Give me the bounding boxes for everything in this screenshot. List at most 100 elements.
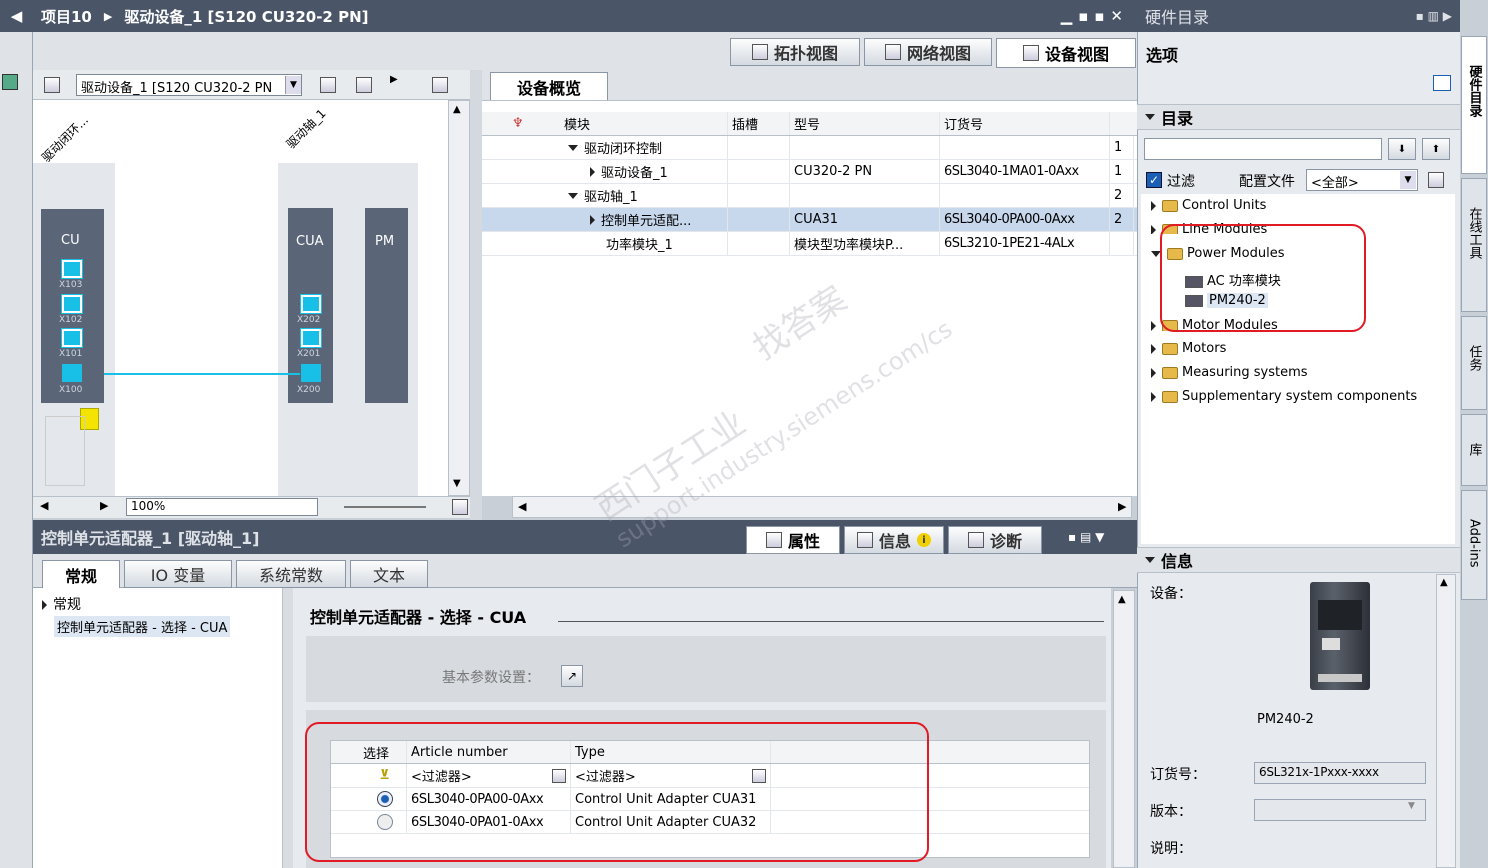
info-badge-icon: i bbox=[917, 533, 931, 547]
nav-group-general[interactable]: 常规 bbox=[42, 594, 81, 614]
zoom-select[interactable]: 100% bbox=[126, 498, 318, 516]
subtab-system-constants[interactable]: 系统常数 bbox=[236, 560, 346, 588]
nav-splitter[interactable] bbox=[283, 588, 293, 868]
tab-info[interactable]: 信息 i bbox=[844, 526, 944, 554]
hscroll-right-icon[interactable]: ▶ bbox=[100, 499, 108, 512]
info-scroll-up-icon[interactable]: ▲ bbox=[1440, 577, 1448, 588]
cua-port-x202[interactable] bbox=[300, 294, 322, 314]
side-tab-hardware-catalog[interactable]: 硬件目录 bbox=[1461, 36, 1487, 174]
scroll-up-icon[interactable]: ▲ bbox=[453, 104, 461, 115]
hscroll-left-icon[interactable]: ◀ bbox=[40, 499, 48, 512]
side-tab-tasks[interactable]: 任务 bbox=[1461, 316, 1487, 410]
side-tab-libraries[interactable]: 库 bbox=[1461, 414, 1487, 486]
catalog-window-controls-icon[interactable]: ▪ ▥ ▶ bbox=[1416, 9, 1460, 23]
expand-icon[interactable] bbox=[568, 144, 578, 151]
filter-checkbox[interactable]: ✓ bbox=[1146, 172, 1162, 188]
table-row[interactable]: 驱动轴_1 2 bbox=[482, 184, 1137, 208]
subtab-texts[interactable]: 文本 bbox=[350, 560, 428, 588]
side-tab-online-tools[interactable]: 在线工具 bbox=[1461, 178, 1487, 312]
device-select[interactable]: 驱动设备_1 [S120 CU320-2 PN bbox=[76, 74, 302, 96]
left-collapse-bar[interactable]: ◀ bbox=[0, 0, 33, 32]
expand-icon[interactable] bbox=[1151, 367, 1156, 378]
scroll-down-icon[interactable]: ▼ bbox=[453, 478, 461, 489]
info-header[interactable]: 信息 bbox=[1137, 547, 1460, 573]
left-tool-icon[interactable] bbox=[2, 74, 18, 90]
search-up-icon[interactable]: ⬆ bbox=[1422, 138, 1450, 160]
splitter[interactable] bbox=[470, 70, 482, 520]
col-header-slot[interactable]: 插槽 bbox=[728, 112, 790, 135]
side-tab-add-ins[interactable]: Add-ins bbox=[1461, 490, 1487, 600]
overview-table: ♆ 模块 插槽 型号 订货号 驱动闭环控制 1 驱动设备_1 CU320-2 P… bbox=[482, 100, 1137, 496]
tree-item-measuring-systems[interactable]: Measuring systems bbox=[1151, 365, 1308, 380]
col-header-module[interactable]: 模块 bbox=[560, 112, 728, 135]
basic-param-button[interactable]: ↗ bbox=[561, 665, 583, 687]
props-vscroll[interactable] bbox=[1113, 590, 1135, 868]
expand-icon[interactable] bbox=[590, 166, 595, 177]
device-nav-icon[interactable] bbox=[44, 77, 60, 93]
options-toggle-icon[interactable] bbox=[1433, 75, 1451, 91]
subtab-io-tags[interactable]: IO 变量 bbox=[124, 560, 232, 588]
row-model bbox=[790, 136, 940, 159]
tab-topology-view[interactable]: 拓扑视图 bbox=[730, 38, 860, 66]
expand-icon[interactable] bbox=[1151, 391, 1156, 402]
expand-icon[interactable] bbox=[1151, 200, 1156, 211]
overview-scroll-left-icon[interactable]: ◀ bbox=[518, 500, 526, 513]
version-select[interactable] bbox=[1254, 799, 1426, 821]
dropdown-arrow-icon[interactable]: ▼ bbox=[1408, 801, 1415, 811]
cua-port-x200[interactable] bbox=[301, 364, 321, 382]
overview-icon[interactable] bbox=[320, 77, 336, 93]
info-vscroll[interactable] bbox=[1436, 574, 1456, 868]
tab-properties[interactable]: 属性 bbox=[746, 526, 840, 554]
table-row-selected[interactable]: 控制单元适配... CUA31 6SL3040-0PA00-0Axx 2 bbox=[482, 208, 1137, 232]
table-row[interactable]: 功率模块_1 模块型功率模块P... 6SL3210-1PE21-4ALx bbox=[482, 232, 1137, 256]
overview-hscroll[interactable] bbox=[512, 496, 1132, 518]
cu-port-x101[interactable] bbox=[61, 328, 83, 348]
dropdown-arrow-icon[interactable]: ▼ bbox=[285, 76, 301, 94]
cu-port-x103[interactable] bbox=[61, 259, 83, 279]
cua-port-x201[interactable] bbox=[300, 328, 322, 348]
expand-icon[interactable] bbox=[42, 600, 47, 610]
window-controls-icon[interactable]: ▁▪▪✕ bbox=[1061, 7, 1137, 25]
expand-icon[interactable] bbox=[568, 192, 578, 199]
dropdown-arrow-icon[interactable]: ▼ bbox=[1400, 171, 1416, 189]
nav-item-cua-select[interactable]: 控制单元适配器 - 选择 - CUA bbox=[54, 616, 231, 637]
breadcrumb-device[interactable]: 驱动设备_1 [S120 CU320-2 PN] bbox=[124, 6, 368, 27]
tab-device-overview[interactable]: 设备概览 bbox=[490, 72, 608, 101]
table-row[interactable]: 驱动闭环控制 1 bbox=[482, 136, 1137, 160]
table-row[interactable]: 驱动设备_1 CU320-2 PN 6SL3040-1MA01-0Axx 1 bbox=[482, 160, 1137, 184]
panel-controls-icon[interactable]: ▪ ▤ ▼ bbox=[1068, 530, 1104, 544]
port-label: X201 bbox=[297, 349, 321, 359]
more-arrow-icon[interactable]: ▶ bbox=[390, 74, 398, 85]
collapse-icon[interactable] bbox=[1145, 557, 1155, 563]
canvas-vscroll[interactable] bbox=[448, 100, 470, 496]
breadcrumb-arrow-icon: ▶ bbox=[103, 9, 113, 23]
zoom-slider[interactable] bbox=[344, 506, 426, 508]
search-down-icon[interactable]: ⬇ bbox=[1388, 138, 1416, 160]
cu-port-x100[interactable] bbox=[62, 364, 82, 382]
breadcrumb-project[interactable]: 项目10 bbox=[41, 6, 92, 27]
expand-icon[interactable] bbox=[590, 214, 595, 225]
tab-device-view[interactable]: 设备视图 bbox=[996, 38, 1136, 68]
subtab-general[interactable]: 常规 bbox=[42, 560, 120, 589]
tab-network-view[interactable]: 网络视图 bbox=[864, 38, 992, 66]
overview-scroll-right-icon[interactable]: ▶ bbox=[1118, 500, 1126, 513]
expand-icon[interactable] bbox=[1151, 320, 1156, 331]
table-toggle-icon[interactable] bbox=[432, 77, 448, 93]
catalog-header[interactable]: 目录 bbox=[1137, 104, 1460, 130]
props-scroll-up-icon[interactable]: ▲ bbox=[1118, 594, 1126, 605]
col-header-order[interactable]: 订货号 bbox=[940, 112, 1110, 135]
profile-settings-icon[interactable] bbox=[1428, 172, 1444, 188]
catalog-search-input[interactable] bbox=[1144, 138, 1382, 160]
zoom-fit-icon[interactable] bbox=[452, 499, 468, 515]
expand-icon[interactable] bbox=[1151, 343, 1156, 354]
tree-item-motors[interactable]: Motors bbox=[1151, 341, 1226, 356]
col-header-model[interactable]: 型号 bbox=[790, 112, 940, 135]
tree-item-control-units[interactable]: Control Units bbox=[1151, 198, 1266, 213]
tree-item-supplementary[interactable]: Supplementary system components bbox=[1151, 389, 1417, 404]
config-icon[interactable]: ♆ bbox=[512, 116, 524, 131]
name-icon[interactable] bbox=[356, 77, 372, 93]
tab-diagnostics[interactable]: 诊断 bbox=[948, 526, 1042, 554]
expand-icon[interactable] bbox=[1151, 224, 1156, 234]
collapse-icon[interactable] bbox=[1145, 114, 1155, 120]
cu-port-x102[interactable] bbox=[61, 294, 83, 314]
